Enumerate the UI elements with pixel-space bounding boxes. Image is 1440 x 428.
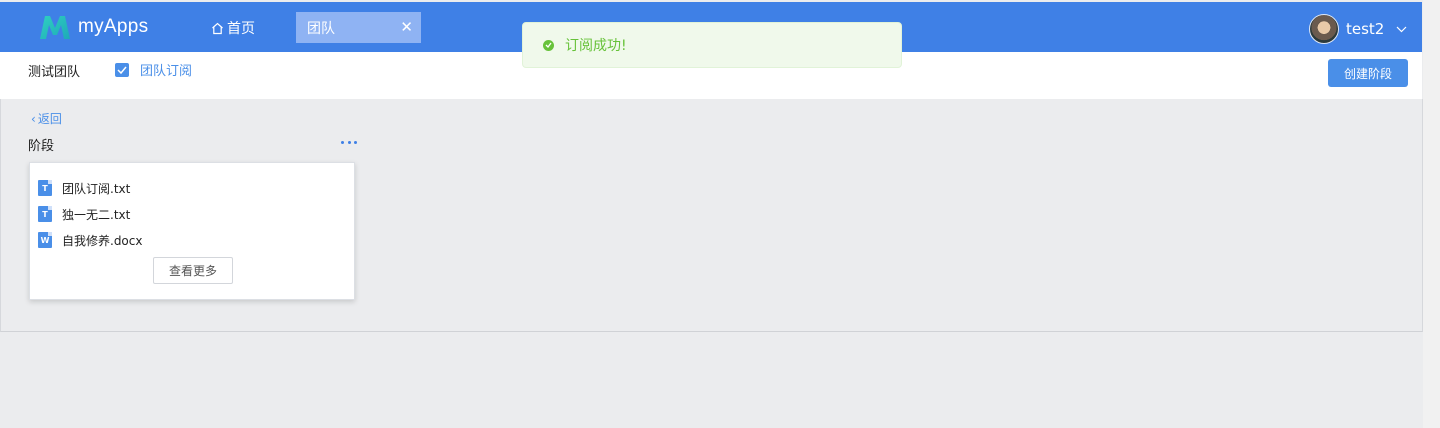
- team-subscribe-label: 团队订阅: [140, 64, 193, 79]
- chevron-left-icon: ‹: [31, 111, 36, 126]
- stage-title: 阶段: [28, 139, 55, 154]
- back-label: 返回: [37, 112, 62, 126]
- more-horizontal-icon[interactable]: [341, 137, 357, 147]
- view-more-button[interactable]: 查看更多: [153, 257, 233, 284]
- team-name: 测试团队: [28, 65, 81, 80]
- main-content: ‹ 返回 阶段 T 团队订阅.txt T 独一无二.txt W 自我修养.doc…: [0, 99, 1423, 332]
- avatar[interactable]: [1309, 14, 1339, 44]
- txt-file-icon: T: [38, 206, 52, 222]
- file-item[interactable]: T 独一无二.txt: [38, 205, 130, 223]
- file-name: 独一无二.txt: [62, 207, 131, 222]
- tab-team-label: 团队: [307, 20, 335, 37]
- user-menu[interactable]: test2: [1309, 14, 1407, 44]
- file-item[interactable]: T 团队订阅.txt: [38, 179, 130, 197]
- success-toast: 订阅成功!: [522, 22, 902, 68]
- app-logo[interactable]: myApps: [38, 12, 148, 42]
- home-icon: [212, 22, 223, 34]
- checkbox-checked-icon[interactable]: [115, 62, 129, 77]
- success-check-icon: [543, 39, 554, 51]
- file-item[interactable]: W 自我修养.docx: [38, 231, 142, 249]
- stage-card: T 团队订阅.txt T 独一无二.txt W 自我修养.docx 查看更多: [29, 162, 355, 300]
- user-name: test2: [1346, 20, 1385, 38]
- file-name: 团队订阅.txt: [62, 181, 131, 196]
- nav-home[interactable]: 首页: [211, 17, 255, 39]
- chevron-down-icon[interactable]: [1396, 26, 1407, 33]
- txt-file-icon: T: [38, 180, 52, 196]
- back-link[interactable]: ‹ 返回: [31, 110, 62, 127]
- word-file-icon: W: [38, 232, 52, 248]
- close-icon[interactable]: ✕: [400, 18, 413, 36]
- team-subscribe-checkbox[interactable]: 团队订阅: [115, 60, 192, 79]
- nav-home-label: 首页: [227, 21, 255, 37]
- file-name: 自我修养.docx: [62, 233, 143, 248]
- create-stage-button[interactable]: 创建阶段: [1328, 59, 1408, 87]
- scrollbar-track[interactable]: [1423, 0, 1440, 428]
- tab-team[interactable]: 团队 ✕: [296, 12, 421, 43]
- app-name: myApps: [78, 16, 149, 37]
- toast-message: 订阅成功!: [565, 38, 627, 54]
- logo-m-icon: [40, 16, 70, 39]
